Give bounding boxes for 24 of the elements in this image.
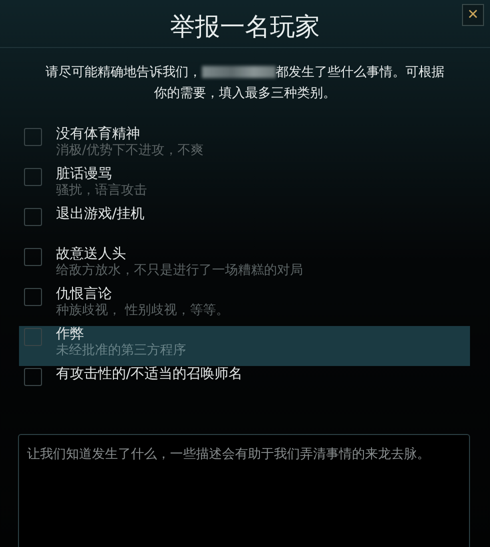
category-label: 脏话谩骂 bbox=[56, 166, 113, 183]
category-description: 种族歧视， 性别歧视，等等。 bbox=[56, 303, 230, 319]
category-label: 退出游戏/挂机 bbox=[56, 206, 145, 223]
category-label: 作弊 bbox=[56, 326, 85, 343]
instructions-text: 请尽可能精确地告诉我们， 都发生了些什么事情。可根据你的需要，填入最多三种类别。 bbox=[44, 64, 446, 103]
category-description: 给敌方放水，不只是进行了一场糟糕的对局 bbox=[56, 263, 303, 279]
checkbox[interactable] bbox=[24, 248, 42, 266]
category-description: 消极/优势下不进攻，不爽 bbox=[56, 143, 204, 159]
checkbox[interactable] bbox=[24, 368, 42, 386]
category-label: 有攻击性的/不适当的召唤师名 bbox=[56, 366, 243, 383]
category-row-highlight[interactable]: 作弊 未经批准的第三方程序 bbox=[19, 326, 470, 366]
checkbox[interactable] bbox=[24, 288, 42, 306]
close-button[interactable]: ✕ bbox=[462, 4, 484, 26]
checkbox[interactable] bbox=[24, 328, 42, 346]
category-description: 骚扰，语言攻击 bbox=[56, 183, 147, 199]
description-field[interactable]: 让我们知道发生了什么，一些描述会有助于我们弄清事情的来龙去脉。 bbox=[18, 434, 470, 547]
dialog-title: 举报一名玩家 bbox=[170, 11, 320, 43]
category-label: 故意送人头 bbox=[56, 246, 127, 263]
category-label: 没有体育精神 bbox=[56, 126, 141, 143]
category-label: 仇恨言论 bbox=[56, 286, 113, 303]
category-description: 未经批准的第三方程序 bbox=[56, 343, 186, 359]
checkbox[interactable] bbox=[24, 168, 42, 186]
checkbox[interactable] bbox=[24, 128, 42, 146]
checkbox[interactable] bbox=[24, 208, 42, 226]
